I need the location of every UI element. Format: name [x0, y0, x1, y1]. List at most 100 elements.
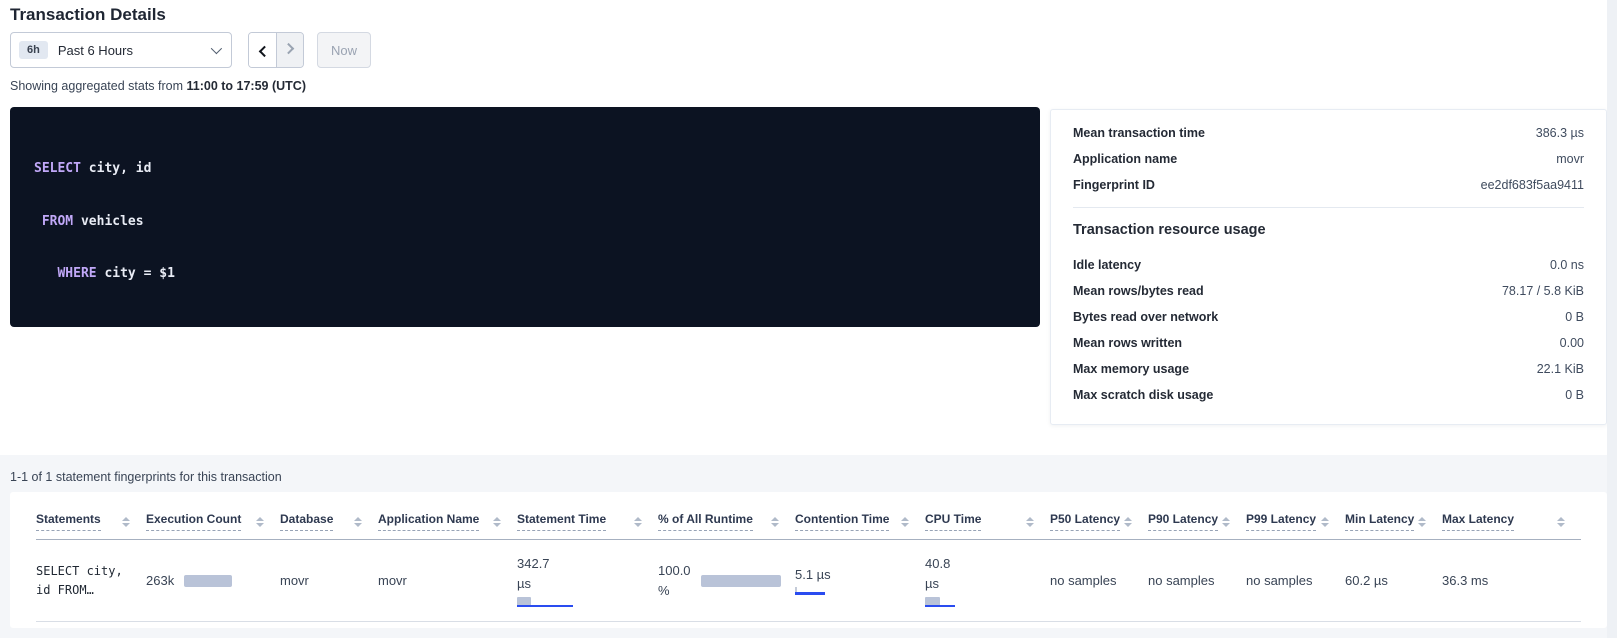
scrollbar-track[interactable] [1607, 0, 1617, 638]
resource-value: 78.17 / 5.8 KiB [1502, 284, 1584, 298]
previous-time-button[interactable] [249, 33, 276, 67]
sort-icon[interactable] [771, 517, 779, 527]
column-header-contention-time[interactable]: Contention Time [795, 502, 925, 540]
caption-prefix: Showing aggregated stats from [10, 79, 187, 93]
resource-label: Bytes read over network [1073, 310, 1218, 324]
column-label[interactable]: Application Name [378, 512, 479, 531]
runtime-pct-unit: % [658, 581, 691, 601]
transaction-details-page: Transaction Details 6h Past 6 Hours Now … [0, 0, 1617, 638]
statements-section: 1-1 of 1 statement fingerprints for this… [0, 455, 1617, 638]
p99-latency-value: no samples [1246, 573, 1312, 588]
application-name-value: movr [378, 573, 407, 588]
statement-time-value: 342.7 [517, 554, 644, 574]
resource-usage-heading: Transaction resource usage [1073, 222, 1584, 238]
sort-icon[interactable] [354, 517, 362, 527]
sort-icon[interactable] [1418, 517, 1426, 527]
sort-icon[interactable] [256, 517, 264, 527]
column-label[interactable]: Contention Time [795, 512, 889, 531]
column-label[interactable]: Statements [36, 512, 101, 531]
column-label[interactable]: Execution Count [146, 512, 241, 531]
column-header-max-latency[interactable]: Max Latency [1442, 502, 1581, 540]
column-header-cpu-time[interactable]: CPU Time [925, 502, 1050, 540]
sql-line: SELECT city, id [34, 160, 1016, 178]
statement-count-caption: 1-1 of 1 statement fingerprints for this… [10, 470, 282, 484]
min-latency-value: 60.2 µs [1345, 573, 1388, 588]
sort-icon[interactable] [1222, 517, 1230, 527]
column-label[interactable]: P99 Latency [1246, 512, 1316, 531]
sql-keyword: FROM [42, 214, 73, 229]
statements-table: Statements Execution Count Database Appl… [36, 502, 1581, 622]
sort-icon[interactable] [901, 517, 909, 527]
caption-time-range: 11:00 to 17:59 (UTC) [187, 79, 306, 93]
column-label[interactable]: Min Latency [1345, 512, 1414, 531]
transaction-summary-card: Mean transaction time 386.3 µs Applicati… [1050, 109, 1607, 425]
cpu-time-bar [925, 597, 983, 607]
execution-count-cell: 263k [146, 573, 266, 588]
sql-query-box: SELECT city, id FROM vehicles WHERE city… [10, 107, 1040, 327]
resource-value: 0 B [1565, 310, 1584, 324]
column-label[interactable]: Max Latency [1442, 512, 1514, 531]
summary-label: Application name [1073, 152, 1177, 166]
resource-value: 0.00 [1560, 336, 1584, 350]
column-label[interactable]: % of All Runtime [658, 512, 753, 531]
summary-value: movr [1556, 152, 1584, 166]
chevron-down-icon [211, 43, 222, 54]
column-label[interactable]: P90 Latency [1148, 512, 1218, 531]
resource-label: Max memory usage [1073, 362, 1189, 376]
column-header-runtime-pct[interactable]: % of All Runtime [658, 502, 795, 540]
time-range-dropdown[interactable]: 6h Past 6 Hours [10, 32, 232, 68]
page-title: Transaction Details [10, 5, 166, 25]
statement-time-cell: 342.7 µs [517, 554, 644, 607]
p50-latency-value: no samples [1050, 573, 1116, 588]
sort-icon[interactable] [1321, 517, 1329, 527]
resource-row: Max scratch disk usage 0 B [1073, 382, 1584, 408]
statements-table-card: Statements Execution Count Database Appl… [10, 492, 1607, 628]
cpu-time-cell: 40.8 µs [925, 554, 1036, 607]
sort-icon[interactable] [634, 517, 642, 527]
resource-row: Bytes read over network 0 B [1073, 304, 1584, 330]
cpu-time-value: 40.8 [925, 554, 1036, 574]
aggregated-stats-caption: Showing aggregated stats from 11:00 to 1… [10, 79, 306, 93]
statement-text-line2: id FROM… [36, 581, 132, 600]
contention-time-bar [795, 586, 829, 595]
now-button[interactable]: Now [317, 32, 371, 68]
column-label[interactable]: Statement Time [517, 512, 606, 531]
chevron-left-icon [258, 46, 269, 57]
summary-label: Fingerprint ID [1073, 178, 1155, 192]
time-range-badge: 6h [19, 41, 48, 59]
resource-row: Idle latency 0.0 ns [1073, 252, 1584, 278]
sql-keyword: WHERE [57, 266, 96, 281]
column-header-p90-latency[interactable]: P90 Latency [1148, 502, 1246, 540]
column-header-statements[interactable]: Statements [36, 502, 146, 540]
sort-icon[interactable] [122, 517, 130, 527]
next-time-button[interactable] [276, 33, 303, 67]
statement-time-bar [517, 597, 575, 607]
sort-icon[interactable] [1124, 517, 1132, 527]
column-header-p99-latency[interactable]: P99 Latency [1246, 502, 1345, 540]
column-label[interactable]: P50 Latency [1050, 512, 1120, 531]
column-header-application-name[interactable]: Application Name [378, 502, 517, 540]
execution-count-bar [184, 575, 232, 587]
resource-value: 22.1 KiB [1537, 362, 1584, 376]
resource-row: Mean rows/bytes read 78.17 / 5.8 KiB [1073, 278, 1584, 304]
sort-icon[interactable] [1026, 517, 1034, 527]
sort-icon[interactable] [1557, 517, 1565, 527]
column-header-execution-count[interactable]: Execution Count [146, 502, 280, 540]
summary-row: Application name movr [1073, 146, 1584, 172]
resource-row: Max memory usage 22.1 KiB [1073, 356, 1584, 382]
time-controls: 6h Past 6 Hours Now [10, 32, 371, 68]
contention-time-cell: 5.1 µs [795, 567, 911, 595]
column-header-statement-time[interactable]: Statement Time [517, 502, 658, 540]
column-label[interactable]: Database [280, 512, 333, 531]
p90-latency-value: no samples [1148, 573, 1214, 588]
statement-text-line1: SELECT city, [36, 562, 132, 581]
column-label[interactable]: CPU Time [925, 512, 981, 531]
column-header-database[interactable]: Database [280, 502, 378, 540]
column-header-p50-latency[interactable]: P50 Latency [1050, 502, 1148, 540]
statement-link[interactable]: SELECT city, id FROM… [36, 562, 132, 600]
resource-value: 0 B [1565, 388, 1584, 402]
table-header-row: Statements Execution Count Database Appl… [36, 502, 1581, 540]
column-header-min-latency[interactable]: Min Latency [1345, 502, 1442, 540]
summary-value: 386.3 µs [1536, 126, 1584, 140]
sort-icon[interactable] [493, 517, 501, 527]
